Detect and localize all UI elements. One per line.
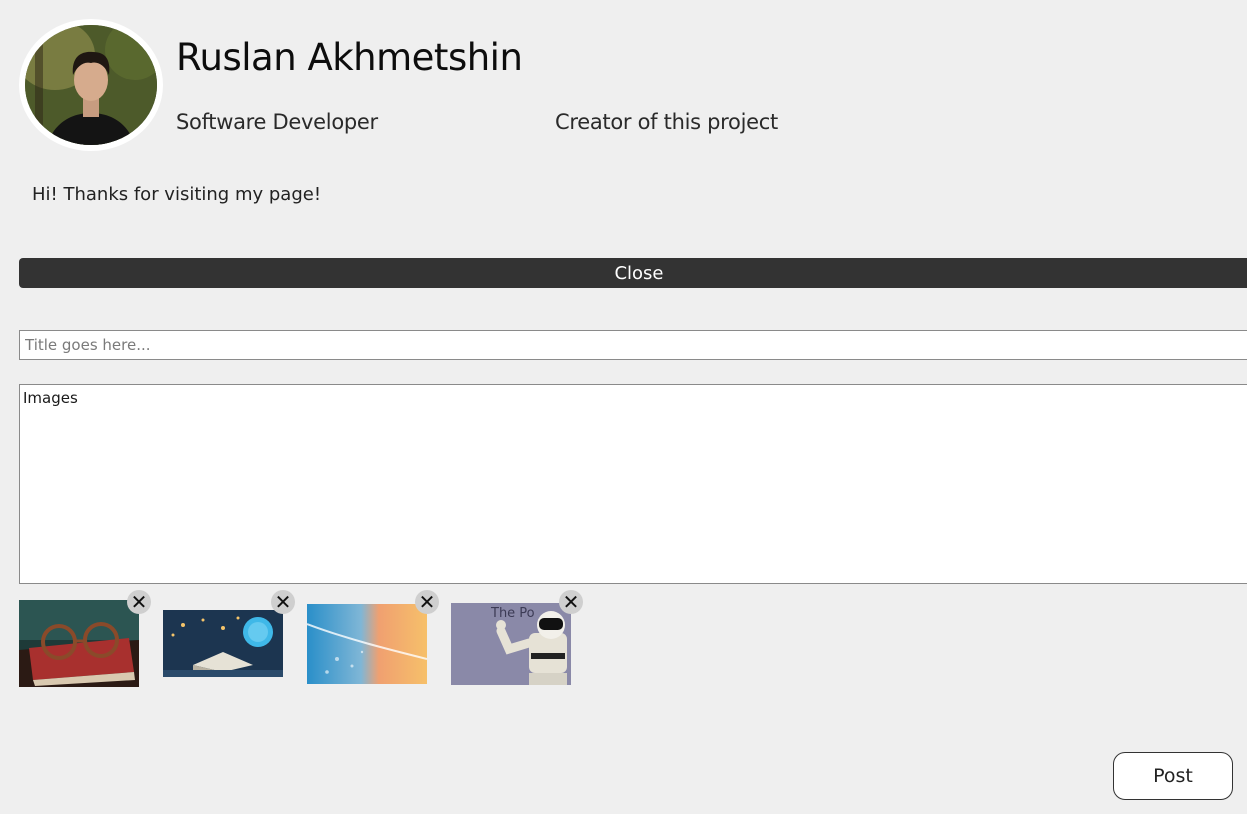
close-icon: ✕	[274, 590, 292, 614]
avatar-photo	[25, 25, 157, 145]
remove-image-button[interactable]: ✕	[559, 590, 583, 614]
thumbnail-4: The Po ✕	[451, 590, 583, 685]
remove-image-button[interactable]: ✕	[271, 590, 295, 614]
thumbnail-overlay-text: The Po	[490, 606, 535, 621]
post-button[interactable]: Post	[1113, 752, 1233, 800]
thumbnail-1: ✕	[19, 590, 151, 687]
title-input[interactable]	[19, 330, 1247, 360]
avatar	[19, 19, 163, 151]
thumbnail-image-glasses	[19, 600, 139, 687]
profile-name: Ruslan Akhmetshin	[176, 36, 523, 79]
close-button[interactable]: Close	[19, 258, 1247, 288]
thumbnail-image-robot: The Po	[451, 603, 571, 685]
remove-image-button[interactable]: ✕	[127, 590, 151, 614]
thumbnail-image-abstract	[307, 604, 427, 684]
profile-page: Ruslan Akhmetshin Software Developer Cre…	[0, 0, 1247, 814]
thumbnail-2: ✕	[163, 590, 295, 677]
remove-image-button[interactable]: ✕	[415, 590, 439, 614]
thumbnail-3: ✕	[307, 590, 439, 684]
post-body-textarea[interactable]: Images	[19, 384, 1247, 584]
thumbnail-image-book-globe	[163, 610, 283, 677]
profile-role: Software Developer	[176, 110, 378, 134]
close-icon: ✕	[562, 590, 580, 614]
close-icon: ✕	[130, 590, 148, 614]
profile-note: Creator of this project	[555, 110, 778, 134]
profile-bio: Hi! Thanks for visiting my page!	[32, 184, 322, 205]
close-icon: ✕	[418, 590, 436, 614]
